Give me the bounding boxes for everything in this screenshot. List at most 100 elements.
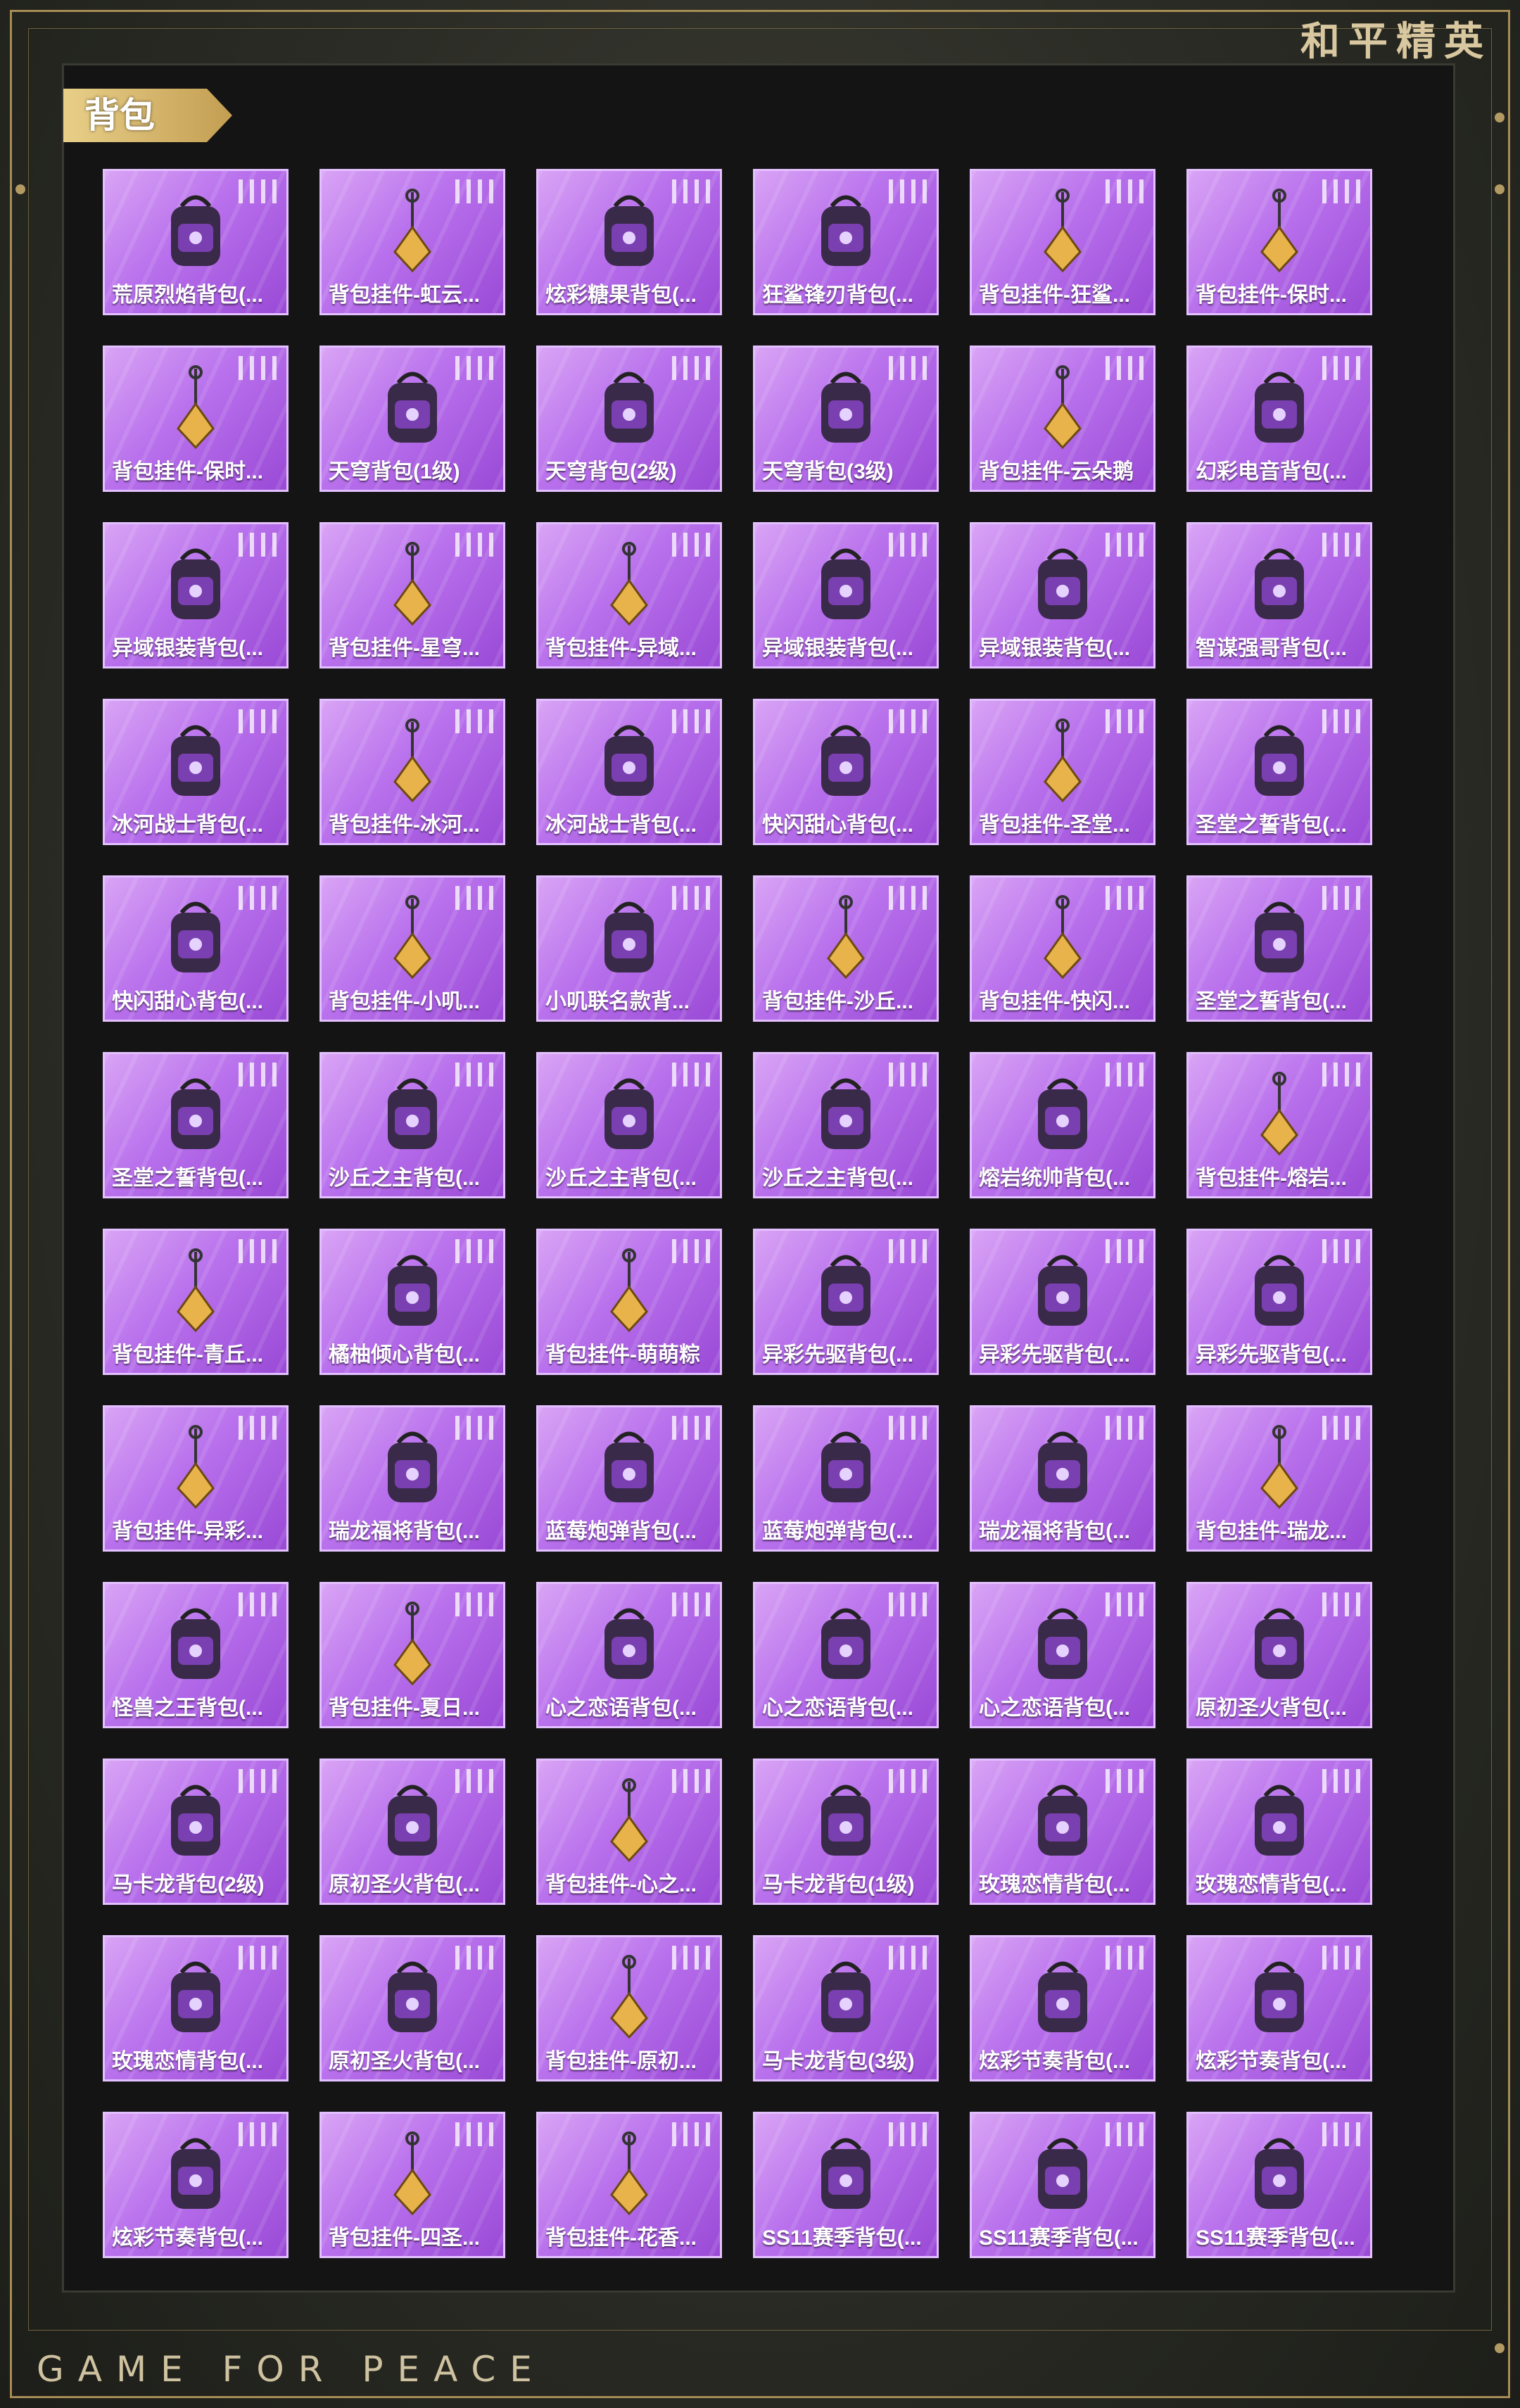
item-card[interactable]: 快闪甜心背包(... [103, 875, 289, 1022]
item-card[interactable]: 异彩先驱背包(... [970, 1229, 1155, 1375]
item-card[interactable]: 天穹背包(1级) [319, 346, 505, 492]
item-card[interactable]: 天穹背包(2级) [536, 346, 722, 492]
item-card[interactable]: 背包挂件-保时... [1186, 169, 1372, 315]
backpack-icon [804, 1951, 888, 2043]
rarity-bars-icon [889, 1592, 927, 1616]
item-card[interactable]: 瑞龙福将背包(... [970, 1405, 1155, 1552]
item-card[interactable]: 冰河战士背包(... [536, 699, 722, 845]
charm-icon [1020, 715, 1105, 806]
item-card[interactable]: 圣堂之誓背包(... [1186, 699, 1372, 845]
item-card[interactable]: 原初圣火背包(... [319, 1759, 505, 1905]
rarity-bars-icon [455, 2122, 493, 2146]
item-card[interactable]: 幻彩电音背包(... [1186, 346, 1372, 492]
backpack-icon [153, 1951, 238, 2043]
item-card[interactable]: 心之恋语背包(... [753, 1582, 939, 1728]
item-card[interactable]: 蓝莓炮弹背包(... [753, 1405, 939, 1552]
item-card[interactable]: 背包挂件-云朵鹅 [970, 346, 1155, 492]
item-card[interactable]: 背包挂件-原初... [536, 1935, 722, 2081]
item-card[interactable]: 玫瑰恋情背包(... [103, 1935, 289, 2081]
item-card[interactable]: 蓝莓炮弹背包(... [536, 1405, 722, 1552]
item-card[interactable]: 原初圣火背包(... [319, 1935, 505, 2081]
item-card[interactable]: 心之恋语背包(... [970, 1582, 1155, 1728]
item-card[interactable]: 炫彩节奏背包(... [970, 1935, 1155, 2081]
item-card[interactable]: SS11赛季背包(... [753, 2112, 939, 2258]
item-card[interactable]: 炫彩节奏背包(... [103, 2112, 289, 2258]
item-card[interactable]: 异彩先驱背包(... [753, 1229, 939, 1375]
item-card[interactable]: 智谋强哥背包(... [1186, 522, 1372, 668]
item-card[interactable]: 背包挂件-狂鲨... [970, 169, 1155, 315]
item-card[interactable]: 狂鲨锋刃背包(... [753, 169, 939, 315]
item-card[interactable]: 背包挂件-心之... [536, 1759, 722, 1905]
item-card[interactable]: SS11赛季背包(... [970, 2112, 1155, 2258]
item-card[interactable]: 背包挂件-沙丘... [753, 875, 939, 1022]
item-label: 背包挂件-原初... [545, 2050, 697, 2073]
item-card[interactable]: 心之恋语背包(... [536, 1582, 722, 1728]
frame-dot [1495, 2343, 1505, 2353]
item-card[interactable]: 瑞龙福将背包(... [319, 1405, 505, 1552]
item-label: 小叽联名款背... [545, 990, 690, 1013]
item-card[interactable]: 沙丘之主背包(... [319, 1052, 505, 1198]
item-card[interactable]: 背包挂件-四圣... [319, 2112, 505, 2258]
item-card[interactable]: 背包挂件-小叽... [319, 875, 505, 1022]
item-card[interactable]: 快闪甜心背包(... [753, 699, 939, 845]
item-card[interactable]: 荒原烈焰背包(... [103, 169, 289, 315]
item-card[interactable]: 天穹背包(3级) [753, 346, 939, 492]
item-label: 炫彩糖果背包(... [545, 284, 697, 307]
item-card[interactable]: 背包挂件-快闪... [970, 875, 1155, 1022]
item-card[interactable]: 背包挂件-保时... [103, 346, 289, 492]
item-card[interactable]: 马卡龙背包(3级) [753, 1935, 939, 2081]
item-card[interactable]: 炫彩节奏背包(... [1186, 1935, 1372, 2081]
item-card[interactable]: 背包挂件-熔岩... [1186, 1052, 1372, 1198]
item-card[interactable]: 熔岩统帅背包(... [970, 1052, 1155, 1198]
backpack-icon [1020, 1598, 1105, 1690]
item-card[interactable]: 圣堂之誓背包(... [1186, 875, 1372, 1022]
item-card[interactable]: 背包挂件-青丘... [103, 1229, 289, 1375]
item-card[interactable]: 马卡龙背包(1级) [753, 1759, 939, 1905]
item-card[interactable]: 异彩先驱背包(... [1186, 1229, 1372, 1375]
item-card[interactable]: 背包挂件-圣堂... [970, 699, 1155, 845]
rarity-bars-icon [1106, 709, 1144, 733]
item-card[interactable]: 背包挂件-瑞龙... [1186, 1405, 1372, 1552]
item-card[interactable]: 玫瑰恋情背包(... [970, 1759, 1155, 1905]
item-card[interactable]: 橘柚倾心背包(... [319, 1229, 505, 1375]
backpack-icon [804, 185, 888, 277]
item-card[interactable]: 圣堂之誓背包(... [103, 1052, 289, 1198]
backpack-icon [804, 1245, 888, 1336]
item-label: 沙丘之主背包(... [762, 1167, 913, 1190]
backpack-icon [1237, 715, 1322, 806]
item-card[interactable]: 冰河战士背包(... [103, 699, 289, 845]
item-card[interactable]: 沙丘之主背包(... [753, 1052, 939, 1198]
item-card[interactable]: 沙丘之主背包(... [536, 1052, 722, 1198]
item-card[interactable]: 炫彩糖果背包(... [536, 169, 722, 315]
item-card[interactable]: 原初圣火背包(... [1186, 1582, 1372, 1728]
item-card[interactable]: 异域银装背包(... [753, 522, 939, 668]
item-card[interactable]: SS11赛季背包(... [1186, 2112, 1372, 2258]
rarity-bars-icon [889, 533, 927, 557]
item-card[interactable]: 背包挂件-花香... [536, 2112, 722, 2258]
backpack-icon [1237, 1245, 1322, 1336]
section-title: 背包 [63, 89, 232, 142]
item-card[interactable]: 背包挂件-冰河... [319, 699, 505, 845]
rarity-bars-icon [1322, 1239, 1360, 1263]
item-card[interactable]: 背包挂件-夏日... [319, 1582, 505, 1728]
item-card[interactable]: 背包挂件-星穹... [319, 522, 505, 668]
charm-icon [1020, 185, 1105, 277]
item-card[interactable]: 怪兽之王背包(... [103, 1582, 289, 1728]
item-card[interactable]: 异域银装背包(... [970, 522, 1155, 668]
item-card[interactable]: 背包挂件-萌萌粽 [536, 1229, 722, 1375]
item-label: 背包挂件-保时... [1196, 284, 1347, 307]
backpack-icon [1020, 1421, 1105, 1513]
item-label: 背包挂件-冰河... [329, 813, 480, 837]
item-card[interactable]: 背包挂件-虹云... [319, 169, 505, 315]
item-card[interactable]: 背包挂件-异彩... [103, 1405, 289, 1552]
item-card[interactable]: 玫瑰恋情背包(... [1186, 1759, 1372, 1905]
backpack-icon [1020, 538, 1105, 630]
backpack-icon [1237, 362, 1322, 453]
item-card[interactable]: 背包挂件-异域... [536, 522, 722, 668]
item-card[interactable]: 马卡龙背包(2级) [103, 1759, 289, 1905]
item-card[interactable]: 小叽联名款背... [536, 875, 722, 1022]
rarity-bars-icon [239, 356, 277, 380]
backpack-icon [370, 362, 455, 453]
item-card[interactable]: 异域银装背包(... [103, 522, 289, 668]
rarity-bars-icon [1106, 1946, 1144, 1970]
